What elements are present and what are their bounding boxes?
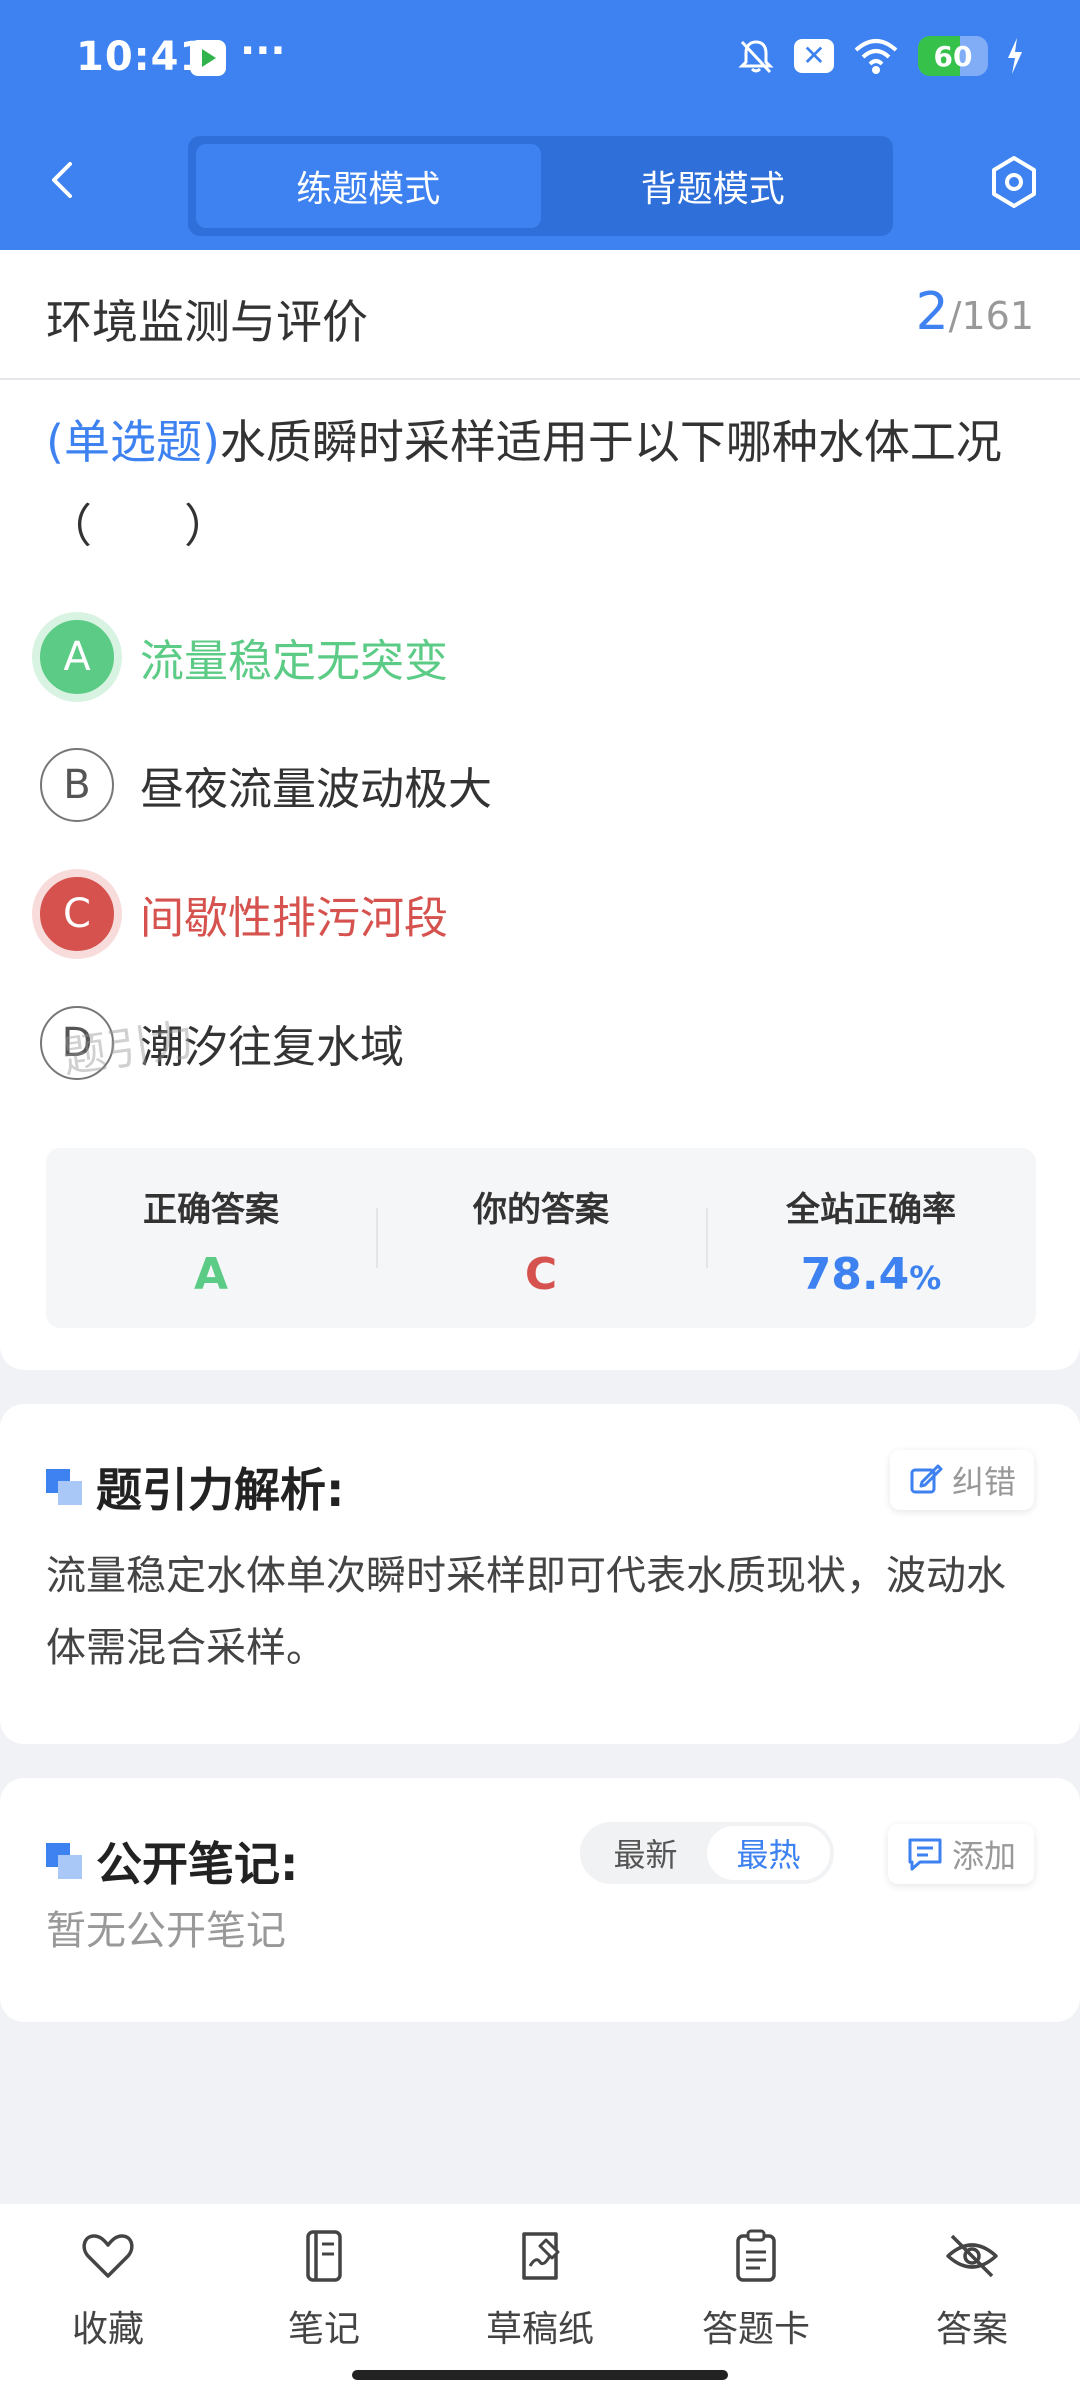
option-text: 流量稳定无突变 — [140, 636, 448, 687]
question-text: (单选题)水质瞬时采样适用于以下哪种水体工况（ ） — [46, 400, 1036, 568]
notes-header: 公开笔记: — [46, 1828, 298, 1894]
sort-latest[interactable]: 最新 — [584, 1826, 707, 1880]
your-answer-label: 你的答案 — [473, 1190, 609, 1230]
favorite-label: 收藏 — [71, 2309, 144, 2350]
option-a[interactable]: A 流量稳定无突变 — [40, 612, 1020, 702]
eye-off-icon — [946, 2234, 998, 2278]
favorite-button[interactable]: 收藏 — [0, 2204, 216, 2400]
accuracy-unit: % — [909, 1259, 942, 1297]
battery-icon: 60 — [918, 36, 988, 76]
report-error-button[interactable]: 纠错 — [889, 1450, 1034, 1510]
toggle-answer-button[interactable]: 答案 — [864, 2204, 1080, 2400]
question-counter: 2/161 — [916, 282, 1034, 342]
question-card: 环境监测与评价 2/161 (单选题)水质瞬时采样适用于以下哪种水体工况（ ） … — [0, 250, 1080, 1370]
wifi-icon — [854, 39, 898, 74]
add-note-label: 添加 — [951, 1837, 1016, 1875]
subject-title: 环境监测与评价 — [46, 295, 368, 349]
heart-icon — [82, 2234, 134, 2278]
tab-memorize-mode[interactable]: 背题模式 — [541, 144, 886, 228]
total-questions: /161 — [948, 294, 1034, 338]
answer-stats: 正确答案 A 你的答案 C 全站正确率 78.4% — [46, 1148, 1036, 1328]
current-question-number: 2 — [915, 282, 949, 342]
status-bar: 10:41 ··· ✕ 60 — [0, 0, 1080, 120]
correct-answer-value: A — [193, 1249, 229, 1300]
section-marker-icon — [46, 1843, 82, 1879]
your-answer-stat: 你的答案 C — [376, 1148, 706, 1328]
subject-row: 环境监测与评价 2/161 — [0, 250, 1080, 380]
empty-notes-text: 暂无公开笔记 — [46, 1908, 286, 1954]
answer-sheet-label: 答题卡 — [701, 2309, 810, 2350]
settings-icon[interactable] — [984, 152, 1044, 212]
section-marker-icon — [46, 1469, 82, 1505]
notes-sort-switch: 最新 最热 — [580, 1822, 834, 1884]
charging-icon — [1008, 38, 1022, 74]
tab-practice-mode[interactable]: 练题模式 — [196, 144, 541, 228]
more-notifications-icon: ··· — [240, 28, 286, 74]
mode-switch: 练题模式 背题模式 — [188, 136, 893, 236]
correct-answer-stat: 正确答案 A — [46, 1148, 376, 1328]
option-b[interactable]: B 昼夜流量波动极大 — [40, 740, 1020, 830]
accuracy-label: 全站正确率 — [786, 1190, 956, 1230]
status-icons: ✕ 60 — [736, 36, 1024, 76]
sort-hottest[interactable]: 最热 — [707, 1826, 830, 1880]
option-c[interactable]: C 间歇性排污河段 — [40, 869, 1020, 959]
draft-paper-icon — [522, 2232, 560, 2280]
draft-paper-label: 草稿纸 — [485, 2309, 594, 2350]
analysis-card: 题引力解析: 纠错 流量稳定水体单次瞬时采样即可代表水质现状，波动水体需混合采样… — [0, 1404, 1080, 1744]
accuracy-number: 78.4 — [800, 1249, 910, 1300]
video-app-icon — [190, 40, 226, 76]
correct-answer-label: 正确答案 — [143, 1190, 279, 1230]
toggle-answer-label: 答案 — [935, 2309, 1008, 2350]
add-note-button[interactable]: 添加 — [887, 1824, 1034, 1884]
battery-level: 60 — [933, 40, 973, 73]
accuracy-value: 78.4% — [706, 1249, 1036, 1300]
option-text: 昼夜流量波动极大 — [140, 764, 492, 815]
comment-icon — [908, 1838, 942, 1871]
report-error-label: 纠错 — [951, 1463, 1016, 1501]
option-letter: B — [40, 748, 114, 822]
app-header: 10:41 ··· ✕ 60 练题模式 背题模式 — [0, 0, 1080, 250]
notebook-icon — [306, 2230, 342, 2282]
nav-row: 练题模式 背题模式 — [0, 130, 1080, 240]
bell-muted-icon — [738, 40, 774, 74]
analysis-text: 流量稳定水体单次瞬时采样即可代表水质现状，波动水体需混合采样。 — [46, 1553, 1006, 1671]
option-text: 间歇性排污河段 — [140, 893, 448, 944]
question-type: (单选题) — [46, 415, 220, 469]
option-letter: C — [40, 877, 114, 951]
analysis-title: 题引力解析: — [96, 1463, 345, 1517]
notes-card: 公开笔记: 最新 最热 添加 暂无公开笔记 — [0, 1778, 1080, 2022]
home-indicator[interactable] — [352, 2370, 728, 2380]
answer-sheet-icon — [736, 2229, 776, 2282]
close-notification-icon: ✕ — [794, 39, 834, 73]
edit-icon — [910, 1464, 943, 1494]
your-answer-value: C — [524, 1249, 558, 1300]
analysis-header: 题引力解析: — [46, 1454, 344, 1520]
notes-label: 笔记 — [287, 2309, 360, 2350]
notes-title: 公开笔记: — [96, 1837, 299, 1891]
status-time: 10:41 — [76, 34, 209, 80]
accuracy-stat: 全站正确率 78.4% — [706, 1148, 1036, 1328]
option-letter: A — [40, 620, 114, 694]
back-icon[interactable] — [36, 152, 92, 208]
